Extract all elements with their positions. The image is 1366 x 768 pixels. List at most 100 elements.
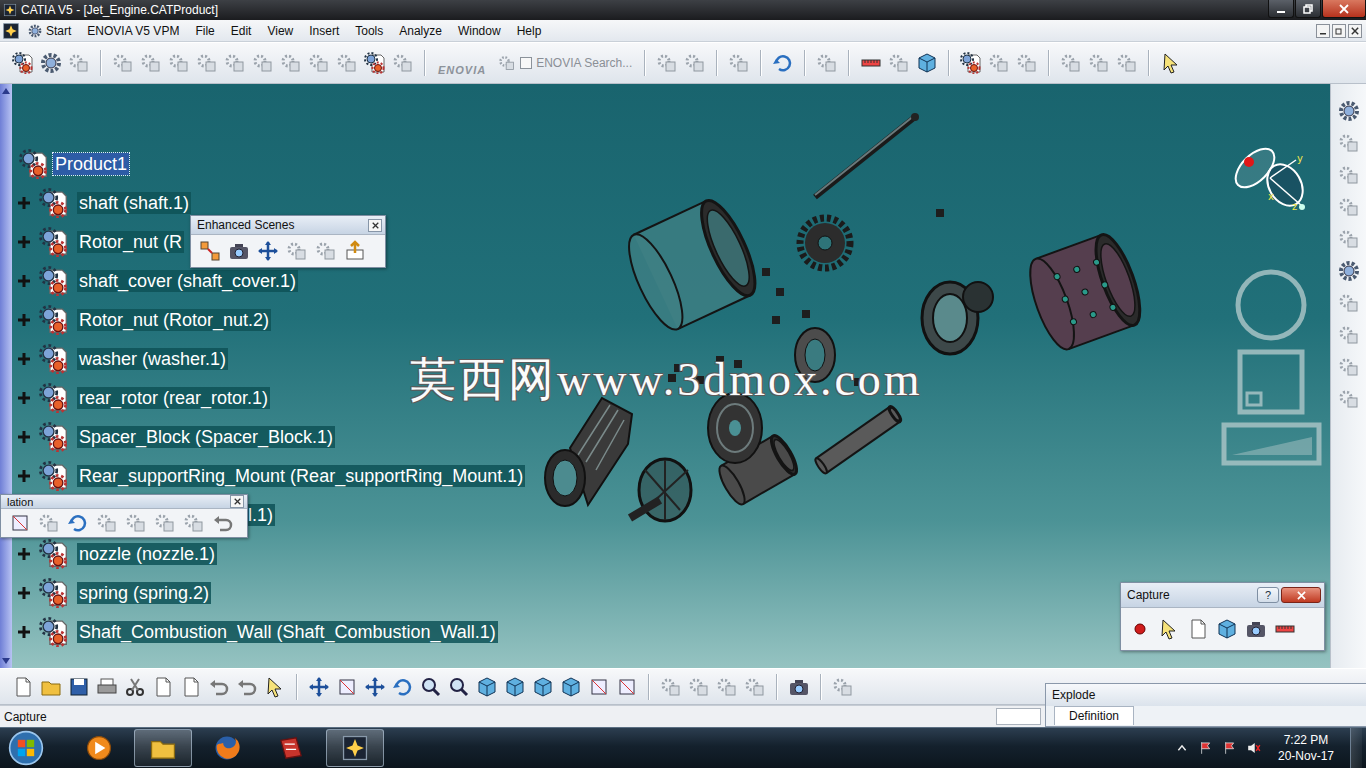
- toolbar-button[interactable]: [313, 238, 339, 264]
- tree-label[interactable]: Product1: [53, 153, 129, 175]
- part-icon[interactable]: [168, 52, 190, 74]
- toolbar-button[interactable]: [66, 50, 92, 76]
- minimize-button[interactable]: [1268, 0, 1294, 18]
- part-icon[interactable]: [1088, 52, 1110, 74]
- tree-label[interactable]: Spacer_Block (Spacer_Block.1): [77, 426, 335, 448]
- toolbar-button[interactable]: [262, 674, 288, 700]
- undo-icon[interactable]: [208, 676, 230, 698]
- toolbar-button[interactable]: [222, 50, 248, 76]
- toolbar-button[interactable]: [150, 674, 176, 700]
- tree-label[interactable]: shaft (shaft.1): [77, 192, 191, 214]
- enovia-search[interactable]: ENOVIA Search...: [494, 54, 636, 72]
- menu-item[interactable]: Tools: [347, 22, 391, 40]
- gear-part[interactable]: [800, 218, 850, 268]
- part-icon[interactable]: [280, 52, 302, 74]
- part-icon[interactable]: [68, 52, 90, 74]
- taskbar-app[interactable]: [134, 729, 192, 767]
- tree-label[interactable]: nozzle (nozzle.1): [77, 543, 217, 565]
- rotate-icon[interactable]: [772, 52, 794, 74]
- nut-part[interactable]: [762, 268, 770, 276]
- doc-minimize-button[interactable]: [1316, 24, 1330, 38]
- part-icon[interactable]: [1338, 356, 1360, 378]
- toolbar-button[interactable]: [1156, 616, 1182, 642]
- start-button[interactable]: [4, 728, 48, 768]
- toolbar-button[interactable]: [10, 50, 36, 76]
- pan-icon[interactable]: [257, 240, 279, 262]
- toolbar-button[interactable]: [7, 510, 33, 536]
- part-icon[interactable]: [498, 54, 516, 72]
- close-icon[interactable]: [1351, 27, 1359, 35]
- assembly-icon[interactable]: [39, 266, 69, 296]
- gear-icon[interactable]: [1338, 100, 1360, 122]
- nozzle-part[interactable]: [545, 398, 632, 506]
- menu-item[interactable]: Analyze: [391, 22, 450, 40]
- menu-item[interactable]: ENOVIA V5 VPM: [79, 22, 187, 40]
- toolbar-button[interactable]: [1336, 258, 1362, 284]
- toolbar-title[interactable]: lation: [1, 495, 247, 508]
- menu-item[interactable]: Start: [20, 22, 79, 40]
- manipulation-toolbar[interactable]: lation: [0, 494, 248, 538]
- part-icon[interactable]: [96, 512, 118, 534]
- rear-rotor-part[interactable]: [922, 282, 993, 354]
- part-icon[interactable]: [684, 52, 706, 74]
- close-icon[interactable]: [1297, 591, 1306, 600]
- minimize-icon[interactable]: [1319, 27, 1327, 35]
- dialog-title[interactable]: Explode: [1046, 684, 1366, 706]
- part-icon[interactable]: [1338, 132, 1360, 154]
- expand-icon[interactable]: [17, 274, 31, 288]
- stator-part[interactable]: [630, 459, 691, 521]
- assembly-icon[interactable]: [364, 52, 386, 74]
- toolbar-button[interactable]: [66, 674, 92, 700]
- minimize-icon[interactable]: [1276, 4, 1286, 14]
- toolbar-button[interactable]: [986, 50, 1012, 76]
- part-icon[interactable]: [286, 240, 308, 262]
- scroll-down-icon[interactable]: [2, 658, 10, 664]
- gear-icon[interactable]: [40, 52, 62, 74]
- expand-icon[interactable]: [17, 547, 31, 561]
- part-icon[interactable]: [336, 52, 358, 74]
- explode-dialog[interactable]: ExplodeDefinition: [1045, 683, 1366, 727]
- toolbar-button[interactable]: [770, 50, 796, 76]
- toolbar-button[interactable]: [1272, 616, 1298, 642]
- search-checkbox[interactable]: [520, 57, 532, 69]
- expand-icon[interactable]: [17, 625, 31, 639]
- undo-icon[interactable]: [236, 676, 258, 698]
- tree-label[interactable]: Rotor_nut (R: [77, 231, 184, 253]
- help-button[interactable]: ?: [1257, 587, 1279, 603]
- combustion-wall-part[interactable]: [1021, 230, 1148, 355]
- assembly-icon[interactable]: [12, 52, 34, 74]
- toolbar-button[interactable]: [122, 674, 148, 700]
- toolbar-button[interactable]: [1336, 354, 1362, 380]
- toolbar-button[interactable]: [226, 238, 252, 264]
- restore-icon[interactable]: [1335, 27, 1343, 35]
- zoom-icon[interactable]: [420, 676, 442, 698]
- assembly-icon[interactable]: [960, 52, 982, 74]
- shaft-part[interactable]: [815, 113, 919, 197]
- part-icon[interactable]: [308, 52, 330, 74]
- toolbar-button[interactable]: [1336, 226, 1362, 252]
- cursor-icon[interactable]: [264, 676, 286, 698]
- restore-icon[interactable]: [1303, 4, 1313, 14]
- shaft-cover-part[interactable]: [619, 194, 766, 336]
- close-icon[interactable]: [234, 498, 241, 505]
- part-icon[interactable]: [660, 676, 682, 698]
- toolbar-button[interactable]: [1185, 616, 1211, 642]
- nut-part[interactable]: [776, 288, 784, 296]
- cube-icon[interactable]: [532, 676, 554, 698]
- toolbar-button[interactable]: [586, 674, 612, 700]
- box-icon[interactable]: [588, 676, 610, 698]
- toolbar-button[interactable]: [726, 50, 752, 76]
- toolbar-button[interactable]: [206, 674, 232, 700]
- toolbar-button[interactable]: [1214, 616, 1240, 642]
- toolbar-button[interactable]: [1336, 290, 1362, 316]
- show-desktop-button[interactable]: [1350, 728, 1362, 768]
- assembly-icon[interactable]: [39, 305, 69, 335]
- camera-icon[interactable]: [228, 240, 250, 262]
- flag-icon[interactable]: [1198, 740, 1214, 756]
- doc-icon[interactable]: [152, 676, 174, 698]
- part-icon[interactable]: [688, 676, 710, 698]
- part-icon[interactable]: [1338, 388, 1360, 410]
- cube-icon[interactable]: [1216, 618, 1238, 640]
- up-icon[interactable]: [1174, 740, 1190, 756]
- toolbar-button[interactable]: [94, 674, 120, 700]
